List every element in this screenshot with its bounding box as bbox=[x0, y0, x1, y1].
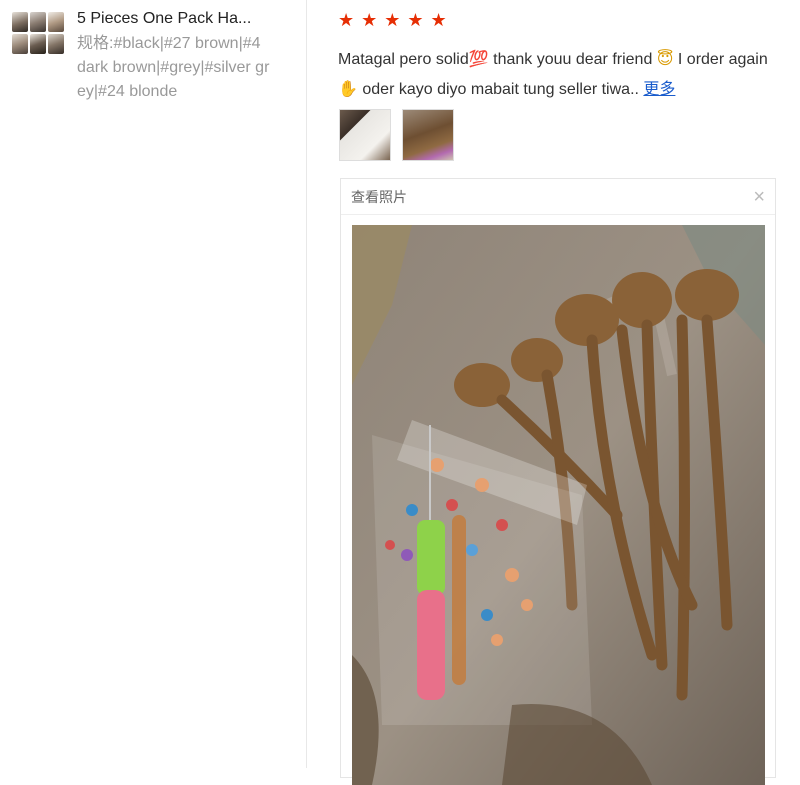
product-thumbnail bbox=[48, 12, 64, 32]
column-divider bbox=[306, 0, 307, 768]
product-thumbnail bbox=[30, 12, 46, 32]
star-rating: ★★★★★ bbox=[338, 10, 454, 30]
photo-viewer-title: 查看照片 bbox=[351, 188, 407, 205]
review-photo-thumbnail[interactable] bbox=[339, 109, 391, 161]
hundred-points-icon: 💯 bbox=[468, 49, 489, 68]
product-title[interactable]: 5 Pieces One Pack Ha... bbox=[77, 10, 251, 28]
halo-smile-icon: 😇 bbox=[656, 49, 674, 68]
product-thumbnail bbox=[12, 34, 28, 54]
more-link[interactable]: 更多 bbox=[643, 81, 675, 98]
photo-viewer: 查看照片 × bbox=[340, 178, 776, 785]
review-photo bbox=[352, 225, 765, 785]
review-text-part: oder kayo diyo mabait tung seller tiwa.. bbox=[357, 81, 639, 98]
product-thumbnail-grid[interactable] bbox=[12, 12, 64, 56]
raised-hand-icon: ✋ bbox=[338, 79, 358, 98]
close-icon[interactable]: × bbox=[753, 187, 765, 207]
product-thumbnail bbox=[30, 34, 46, 54]
product-variant: 规格:#black|#27 brown|#4 dark brown|#grey|… bbox=[77, 35, 270, 100]
review-text-part: thank youu dear friend bbox=[488, 51, 657, 68]
review-photo-thumbnail[interactable] bbox=[402, 109, 454, 161]
photo-viewer-header: 查看照片 × bbox=[341, 179, 775, 215]
review-text-part: I order again bbox=[673, 51, 768, 68]
product-thumbnail bbox=[48, 34, 64, 54]
review-text: Matagal pero solid💯 thank youu dear frie… bbox=[338, 44, 782, 102]
review-text-part: Matagal pero solid bbox=[338, 51, 469, 68]
product-thumbnail bbox=[12, 12, 28, 32]
review-photo-image bbox=[352, 225, 765, 785]
